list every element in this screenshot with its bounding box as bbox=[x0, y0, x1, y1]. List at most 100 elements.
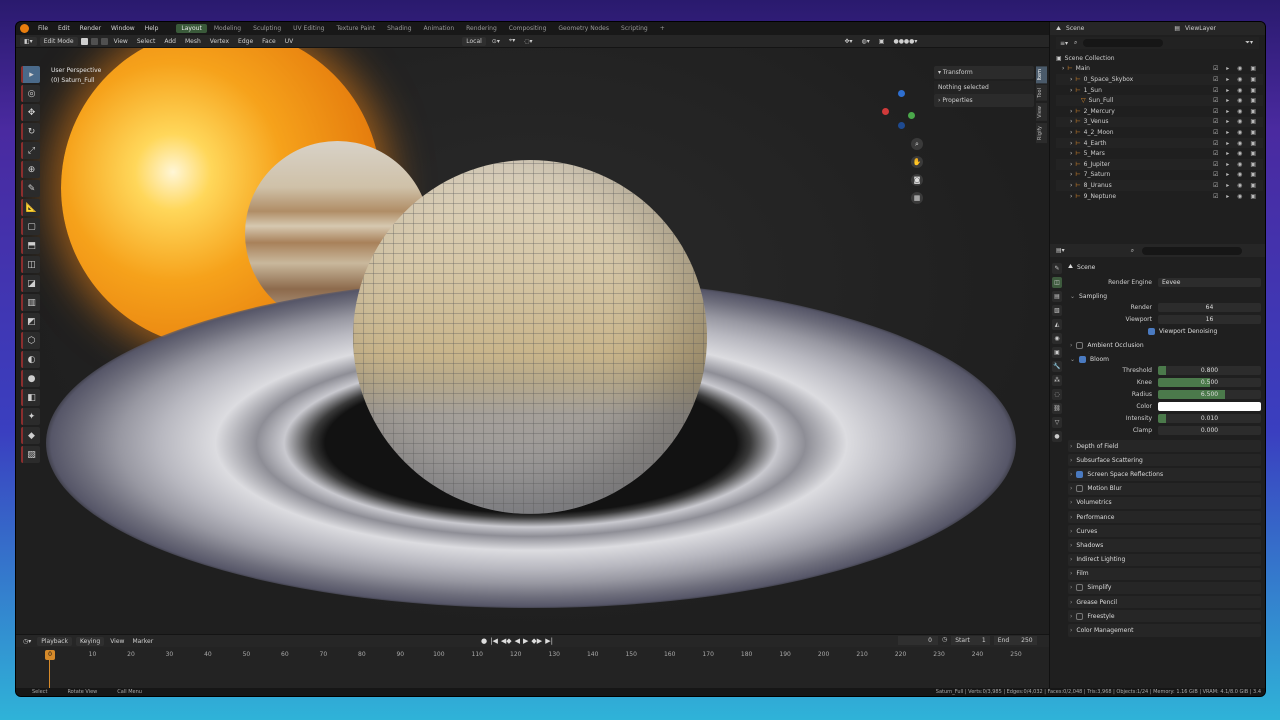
constraints-tab-icon[interactable]: ⛓ bbox=[1052, 403, 1062, 414]
panel-header-subsurface-scattering[interactable]: › Subsurface Scattering bbox=[1068, 454, 1261, 467]
menu-marker[interactable]: Marker bbox=[130, 638, 155, 645]
panel-header-simplify[interactable]: › Simplify bbox=[1068, 581, 1261, 595]
viewport-denoising-row[interactable]: Viewport Denoising bbox=[1068, 326, 1261, 337]
poly-build-tool-icon[interactable]: ⬡ bbox=[21, 332, 40, 349]
scene-icon[interactable]: ⛰ bbox=[1056, 25, 1061, 33]
jump-end-icon[interactable]: ▶| bbox=[545, 637, 553, 645]
tab-sculpting[interactable]: Sculpting bbox=[248, 24, 286, 33]
list-item[interactable]: › ⊢ 7_Saturn ☑ ▸ ◉ ▣ bbox=[1056, 170, 1263, 181]
scene-tab-icon[interactable]: ◭ bbox=[1052, 319, 1062, 330]
pivot-icon[interactable]: ⊙▾ bbox=[489, 38, 503, 45]
list-item[interactable]: › ⊢ 0_Space_Skybox ☑ ▸ ◉ ▣ bbox=[1056, 74, 1263, 85]
menu-help[interactable]: Help bbox=[141, 25, 163, 32]
gizmo-toggle-icon[interactable]: ✥▾ bbox=[841, 38, 855, 45]
camera-icon[interactable]: ◙ bbox=[911, 174, 923, 186]
add-cube-tool-icon[interactable]: ▢ bbox=[21, 218, 40, 235]
menu-render[interactable]: Render bbox=[76, 25, 105, 32]
menu-view[interactable]: View bbox=[111, 38, 131, 45]
playhead[interactable]: 0 bbox=[45, 650, 55, 660]
expand-chevron-icon[interactable]: › bbox=[1070, 76, 1072, 83]
panel-header-freestyle[interactable]: › Freestyle bbox=[1068, 610, 1261, 623]
editor-type-button[interactable]: ◧▾ bbox=[20, 36, 37, 46]
grid-perspective-icon[interactable]: ▦ bbox=[911, 192, 923, 204]
rip-region-tool-icon[interactable]: ▨ bbox=[21, 446, 40, 463]
sampling-panel-header[interactable]: ⌄ Sampling bbox=[1068, 290, 1261, 302]
panel-header-grease-pencil[interactable]: › Grease Pencil bbox=[1068, 596, 1261, 609]
panel-checkbox[interactable] bbox=[1076, 612, 1084, 620]
expand-chevron-icon[interactable]: › bbox=[1070, 87, 1072, 94]
tool-tab-icon[interactable]: ✎ bbox=[1052, 263, 1062, 274]
panel-header-shadows[interactable]: › Shadows bbox=[1068, 539, 1261, 552]
face-select-icon[interactable] bbox=[100, 37, 108, 45]
vertex-select-icon[interactable] bbox=[80, 37, 88, 45]
list-item[interactable]: ▣ Scene Collection bbox=[1056, 53, 1263, 64]
tab-geometry-nodes[interactable]: Geometry Nodes bbox=[553, 24, 614, 33]
viewport-samples-field[interactable]: 16 bbox=[1158, 315, 1261, 324]
bevel-tool-icon[interactable]: ◪ bbox=[21, 275, 40, 292]
panel-checkbox[interactable] bbox=[1076, 485, 1084, 493]
tab-animation[interactable]: Animation bbox=[419, 24, 460, 33]
knee-slider[interactable]: 0.500 bbox=[1158, 378, 1261, 387]
panel-header-motion-blur[interactable]: › Motion Blur bbox=[1068, 482, 1261, 495]
tab-uv-editing[interactable]: UV Editing bbox=[288, 24, 329, 33]
expand-chevron-icon[interactable]: › bbox=[1070, 108, 1072, 115]
scene-name[interactable]: Scene bbox=[1066, 25, 1084, 32]
visibility-toggles-icon[interactable]: ☑ ▸ ◉ ▣ bbox=[1213, 65, 1259, 72]
visibility-toggles-icon[interactable]: ☑ ▸ ◉ ▣ bbox=[1213, 140, 1259, 147]
add-workspace-button[interactable]: + bbox=[655, 24, 670, 33]
expand-chevron-icon[interactable]: › bbox=[1062, 65, 1064, 72]
transform-tool-icon[interactable]: ⊕ bbox=[21, 161, 40, 178]
world-tab-icon[interactable]: ◉ bbox=[1052, 333, 1062, 344]
expand-chevron-icon[interactable]: › bbox=[1070, 118, 1072, 125]
expand-chevron-icon[interactable]: › bbox=[1070, 182, 1072, 189]
visibility-toggles-icon[interactable]: ☑ ▸ ◉ ▣ bbox=[1213, 118, 1259, 125]
ambient-occlusion-checkbox[interactable] bbox=[1076, 341, 1084, 349]
list-item[interactable]: ▽ Sun_Full ☑ ▸ ◉ ▣ bbox=[1056, 95, 1263, 106]
edge-slide-tool-icon[interactable]: ◧ bbox=[21, 389, 40, 406]
expand-chevron-icon[interactable]: › bbox=[1070, 140, 1072, 147]
expand-chevron-icon[interactable]: › bbox=[1070, 150, 1072, 157]
filter-icon[interactable]: ⏷▾ bbox=[1245, 39, 1253, 47]
bloom-color-swatch[interactable] bbox=[1158, 402, 1261, 411]
viewport-denoising-checkbox[interactable] bbox=[1148, 328, 1155, 335]
extrude-tool-icon[interactable]: ⬒ bbox=[21, 237, 40, 254]
expand-chevron-icon[interactable]: › bbox=[1070, 193, 1072, 200]
properties-panel-header[interactable]: › Properties bbox=[934, 94, 1034, 107]
current-frame-field[interactable]: 0 bbox=[898, 636, 938, 645]
move-tool-icon[interactable]: ✥ bbox=[21, 104, 40, 121]
play-icon[interactable]: ▶ bbox=[523, 637, 528, 645]
list-item[interactable]: › ⊢ 6_Jupiter ☑ ▸ ◉ ▣ bbox=[1056, 158, 1263, 170]
panel-header-color-management[interactable]: › Color Management bbox=[1068, 624, 1261, 637]
tab-rendering[interactable]: Rendering bbox=[461, 24, 502, 33]
shrink-fatten-tool-icon[interactable]: ✦ bbox=[21, 408, 40, 425]
record-icon[interactable]: ● bbox=[481, 637, 487, 645]
render-samples-field[interactable]: 64 bbox=[1158, 303, 1261, 312]
end-frame-field[interactable]: End 250 bbox=[993, 636, 1037, 645]
xray-toggle-icon[interactable]: ▣ bbox=[876, 38, 888, 45]
loop-cut-tool-icon[interactable]: ▥ bbox=[21, 294, 40, 311]
menu-vertex[interactable]: Vertex bbox=[207, 38, 232, 45]
tab-rigify[interactable]: Rigify bbox=[1036, 122, 1047, 144]
list-item[interactable]: › ⊢ 4_Earth ☑ ▸ ◉ ▣ bbox=[1056, 137, 1263, 149]
inset-tool-icon[interactable]: ◫ bbox=[21, 256, 40, 273]
properties-search-input[interactable] bbox=[1142, 246, 1243, 255]
tab-texture-paint[interactable]: Texture Paint bbox=[331, 24, 380, 33]
menu-window[interactable]: Window bbox=[107, 25, 139, 32]
data-tab-icon[interactable]: ▽ bbox=[1052, 417, 1062, 428]
play-reverse-icon[interactable]: ◀ bbox=[515, 637, 520, 645]
object-tab-icon[interactable]: ▣ bbox=[1052, 347, 1062, 358]
cursor-tool-icon[interactable]: ◎ bbox=[21, 85, 40, 102]
menu-edit[interactable]: Edit bbox=[54, 25, 74, 32]
visibility-toggles-icon[interactable]: ☑ ▸ ◉ ▣ bbox=[1213, 76, 1259, 83]
shear-tool-icon[interactable]: ◆ bbox=[21, 427, 40, 444]
particles-tab-icon[interactable]: ⁂ bbox=[1052, 375, 1062, 386]
list-item[interactable]: › ⊢ 1_Sun ☑ ▸ ◉ ▣ bbox=[1056, 85, 1263, 96]
transform-panel-header[interactable]: ▾ Transform bbox=[934, 66, 1034, 79]
visibility-toggles-icon[interactable]: ☑ ▸ ◉ ▣ bbox=[1213, 87, 1259, 94]
visibility-toggles-icon[interactable]: ☑ ▸ ◉ ▣ bbox=[1213, 182, 1259, 189]
next-key-icon[interactable]: ◆▶ bbox=[531, 637, 542, 645]
z-axis-icon[interactable] bbox=[898, 90, 905, 97]
output-tab-icon[interactable]: ▤ bbox=[1052, 291, 1062, 302]
properties-editor-type-icon[interactable]: ▤▾ bbox=[1056, 247, 1065, 254]
menu-select[interactable]: Select bbox=[134, 38, 159, 45]
